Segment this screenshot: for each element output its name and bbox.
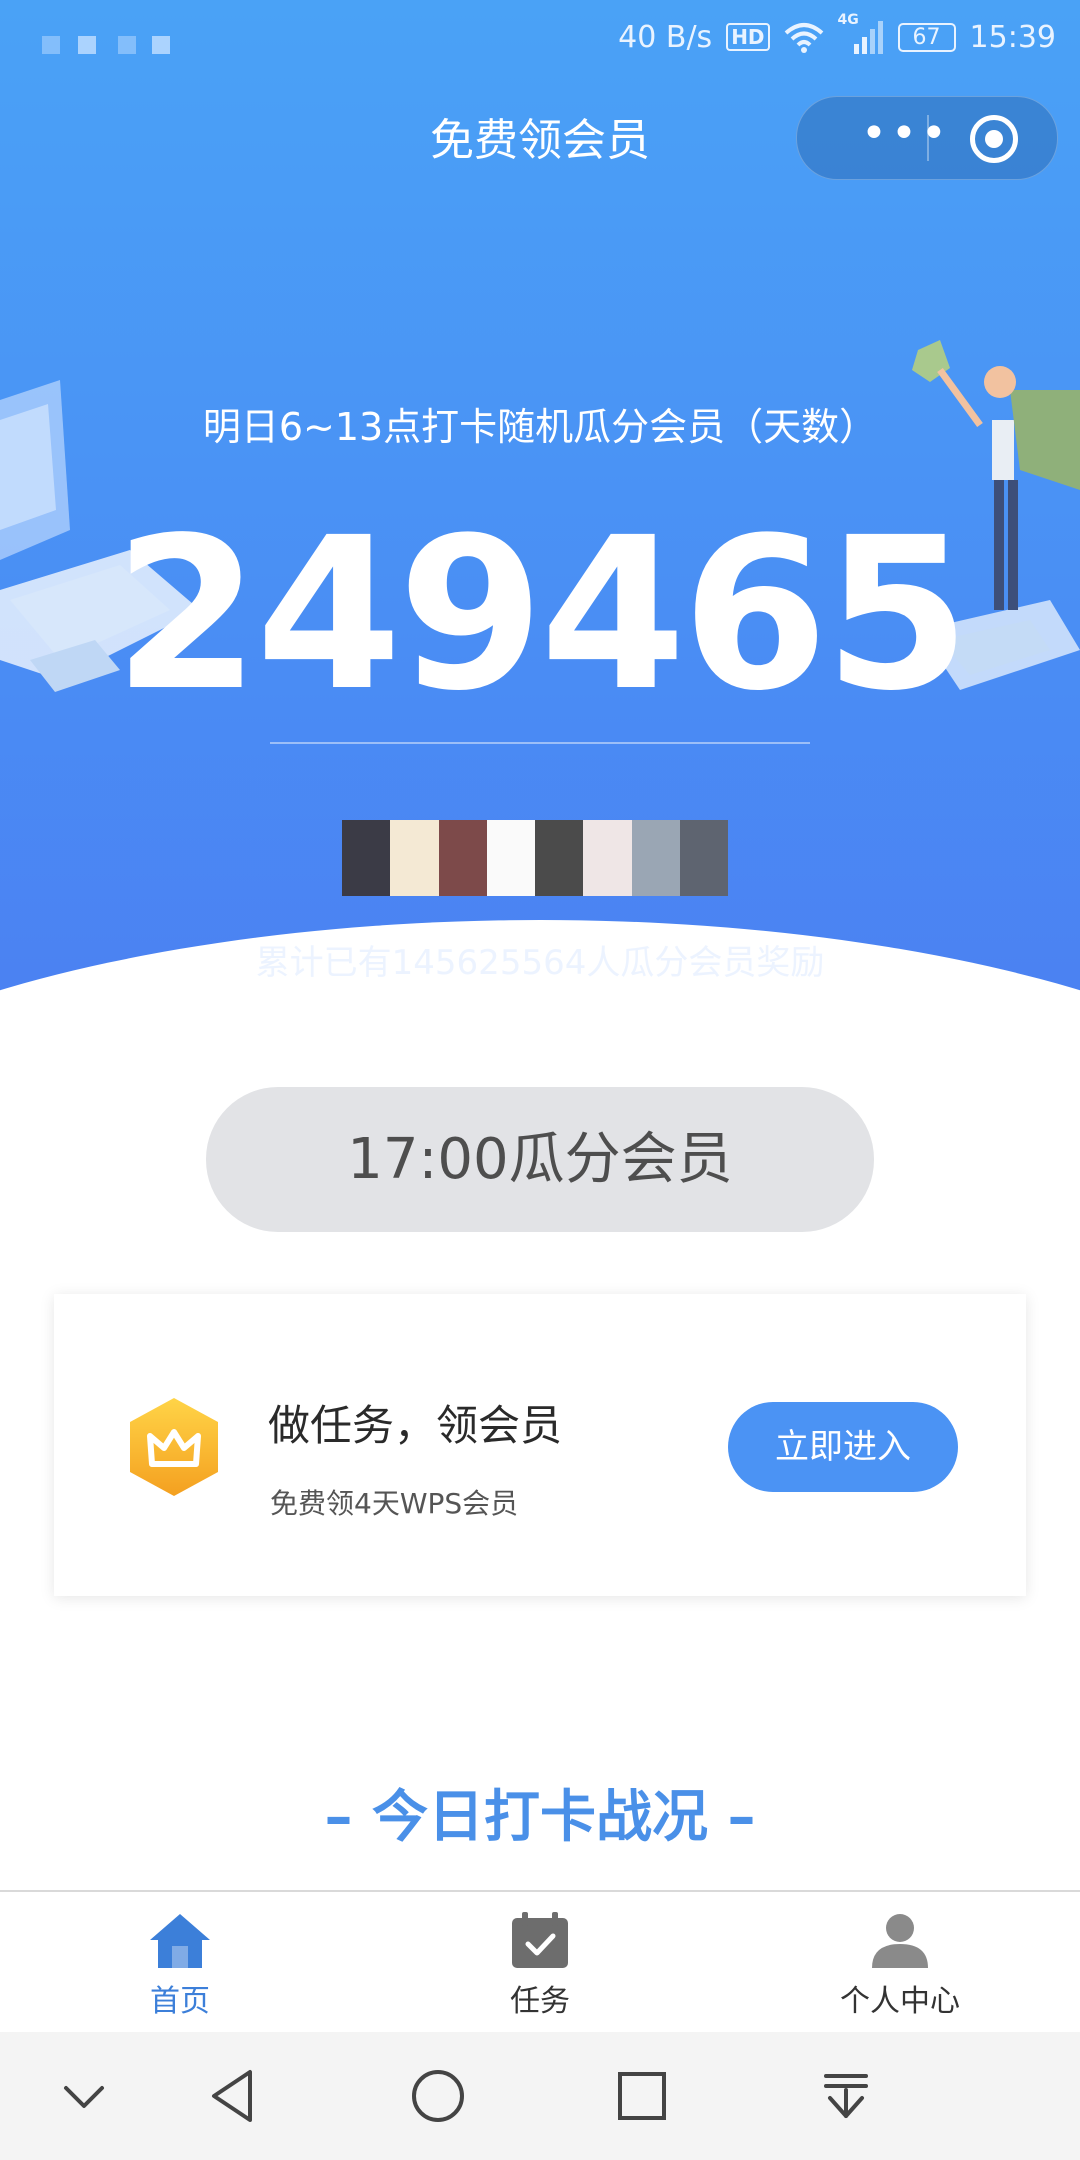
section-title: – 今日打卡战况 – <box>324 1785 756 1850</box>
split-time-button[interactable]: 17:00瓜分会员 <box>206 1087 874 1232</box>
divider <box>270 742 810 744</box>
more-dots-icon[interactable]: ••• <box>861 112 951 156</box>
capsule-divider <box>927 115 929 161</box>
cell-signal-icon: 4G <box>838 12 884 56</box>
calendar-check-icon <box>512 1912 568 1968</box>
bottom-tabbar: 首页 任务 个人中心 <box>0 1890 1080 2034</box>
crown-hex-icon <box>130 1398 218 1496</box>
clock: 15:39 <box>969 19 1056 55</box>
miniprogram-capsule: ••• <box>796 96 1058 180</box>
wifi-icon <box>784 23 823 53</box>
task-card[interactable]: 做任务，领会员 免费领4天WPS会员 立即进入 <box>54 1294 1026 1596</box>
tab-tasks[interactable]: 任务 <box>440 1892 640 2034</box>
target-icon[interactable] <box>970 115 1018 163</box>
home-icon <box>150 1914 210 1968</box>
total-participants-text: 累计已有145625564人瓜分会员奖励 <box>255 943 825 983</box>
chevron-down-icon[interactable] <box>52 2064 116 2128</box>
tab-home[interactable]: 首页 <box>80 1892 280 2034</box>
net-speed: 40 B/s <box>618 19 713 55</box>
status-bar: 40 B/s HD 4G 67 15:39 <box>0 0 1080 74</box>
enter-now-button[interactable]: 立即进入 <box>728 1402 958 1492</box>
participant-avatars <box>342 820 728 896</box>
notification-icon <box>78 36 96 54</box>
home-circle-icon[interactable] <box>406 2064 470 2128</box>
tab-profile[interactable]: 个人中心 <box>800 1892 1000 2034</box>
download-icon[interactable] <box>814 2064 878 2128</box>
task-card-subtitle: 免费领4天WPS会员 <box>270 1487 519 1520</box>
system-navbar <box>0 2032 1080 2160</box>
hero-subtitle: 明日6~13点打卡随机瓜分会员（天数） <box>202 405 878 449</box>
tab-home-label: 首页 <box>150 1984 210 2019</box>
tab-profile-label: 个人中心 <box>840 1984 960 2019</box>
person-icon <box>872 1914 928 1968</box>
task-card-title: 做任务，领会员 <box>268 1401 563 1450</box>
tab-tasks-label: 任务 <box>510 1984 570 2019</box>
notification-icon <box>42 36 60 54</box>
notification-icon <box>152 36 170 54</box>
battery-indicator: 67 <box>897 22 956 52</box>
member-days-count: 249465 <box>113 492 971 737</box>
notification-icon <box>118 36 136 54</box>
back-triangle-icon[interactable] <box>202 2064 266 2128</box>
recents-square-icon[interactable] <box>610 2064 674 2128</box>
hd-badge: HD <box>726 23 770 51</box>
